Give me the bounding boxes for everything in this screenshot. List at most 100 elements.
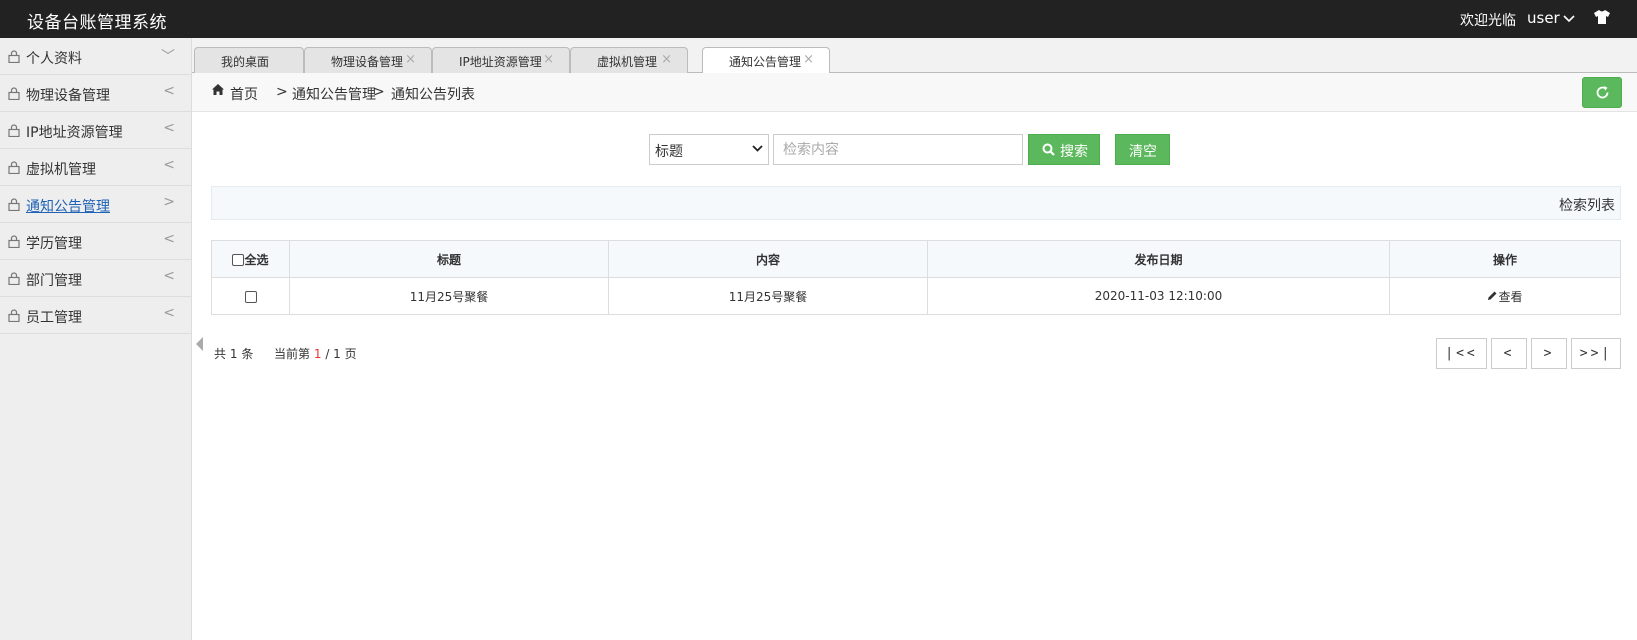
sidebar-item-education[interactable]: 学历管理 < (0, 223, 192, 260)
pagination-current: 当前第 1 / 1 页 (274, 345, 357, 362)
column-header-action: 操作 (1389, 240, 1621, 278)
breadcrumb-notices[interactable]: 通知公告管理 (292, 84, 376, 104)
pagination-total: 共 1 条 (214, 345, 253, 362)
chevron-left-icon: < (163, 305, 175, 321)
chevron-down-icon (752, 145, 763, 152)
sidebar-item-label: 通知公告管理 (26, 199, 110, 215)
search-button-label: 搜索 (1060, 144, 1088, 160)
table-header-row: 全选 标题 内容 发布日期 操作 (211, 240, 1621, 278)
theme-shirt-icon[interactable] (1593, 9, 1611, 25)
breadcrumb-home[interactable]: 首页 (230, 84, 258, 104)
list-header-title: 检索列表 (1559, 198, 1615, 214)
lock-icon (8, 161, 20, 174)
tab-desktop[interactable]: 我的桌面 (194, 47, 304, 73)
total-prefix: 共 (214, 347, 227, 361)
row-action-cell: 查看 (1389, 277, 1621, 315)
tab-label: 通知公告管理 (729, 55, 802, 69)
lock-icon (8, 198, 20, 211)
row-checkbox[interactable] (244, 290, 257, 303)
sidebar-item-label: 学历管理 (26, 236, 82, 252)
tab-notices[interactable]: 通知公告管理 × (702, 47, 830, 74)
row-select-cell (211, 277, 290, 315)
sidebar-item-label: IP地址资源管理 (26, 125, 123, 141)
sidebar-item-ip-resources[interactable]: IP地址资源管理 < (0, 112, 192, 149)
total-suffix: 条 (241, 347, 254, 361)
sidebar-item-label: 个人资料 (26, 51, 82, 67)
tab-label: 我的桌面 (221, 55, 270, 69)
lock-icon (8, 235, 20, 248)
sidebar-item-employees[interactable]: 员工管理 < (0, 297, 192, 334)
chevron-right-icon: > (163, 194, 175, 210)
sidebar: 个人资料 ﹀ 物理设备管理 < IP地址资源管理 < 虚拟机管理 < 通知公告管… (0, 38, 192, 640)
lock-icon (8, 272, 20, 285)
last-page-button[interactable]: >>| (1571, 338, 1621, 369)
tab-label: 物理设备管理 (331, 55, 404, 69)
next-page-button[interactable]: > (1531, 338, 1567, 369)
search-icon (1042, 143, 1055, 156)
user-menu[interactable]: user (1527, 9, 1575, 27)
sidebar-item-notices[interactable]: 通知公告管理 > (0, 186, 192, 223)
chevron-down-icon (1563, 14, 1575, 22)
tab-ip-resources[interactable]: IP地址资源管理 × (432, 47, 570, 73)
close-icon[interactable]: × (405, 52, 416, 67)
close-icon[interactable]: × (803, 52, 814, 67)
user-name: user (1527, 9, 1560, 27)
close-icon[interactable]: × (543, 52, 554, 67)
search-button[interactable]: 搜索 (1028, 134, 1100, 165)
lock-icon (8, 50, 20, 63)
clear-button[interactable]: 清空 (1115, 134, 1170, 165)
select-all-header: 全选 (211, 240, 290, 278)
lock-icon (8, 309, 20, 322)
sidebar-item-virtual-machines[interactable]: 虚拟机管理 < (0, 149, 192, 186)
view-link[interactable]: 查看 (1487, 289, 1523, 304)
sidebar-item-label: 部门管理 (26, 273, 82, 289)
breadcrumb-current: 通知公告列表 (391, 87, 475, 103)
refresh-button[interactable] (1582, 77, 1622, 108)
table-row: 11月25号聚餐 11月25号聚餐 2020-11-03 12:10:00 查看 (211, 277, 1621, 315)
breadcrumb-separator: > (276, 84, 288, 100)
select-all-checkbox[interactable] (232, 254, 245, 266)
tab-label: 虚拟机管理 (597, 55, 658, 69)
tab-physical-devices[interactable]: 物理设备管理 × (304, 47, 432, 73)
triangle-left-icon (196, 337, 203, 351)
row-title: 11月25号聚餐 (289, 277, 609, 315)
lock-icon (8, 124, 20, 137)
app-title: 设备台账管理系统 (27, 13, 167, 33)
sidebar-item-profile[interactable]: 个人资料 ﹀ (0, 38, 192, 75)
row-content: 11月25号聚餐 (608, 277, 928, 315)
column-header-content: 内容 (608, 240, 928, 278)
breadcrumb-separator: > (373, 84, 385, 100)
sidebar-item-departments[interactable]: 部门管理 < (0, 260, 192, 297)
search-field-select[interactable]: 标题 (649, 134, 769, 165)
chevron-left-icon: < (163, 268, 175, 284)
view-link-label: 查看 (1498, 289, 1523, 304)
sidebar-item-physical-devices[interactable]: 物理设备管理 < (0, 75, 192, 112)
prev-page-button[interactable]: < (1491, 338, 1527, 369)
chevron-down-icon: ﹀ (161, 49, 175, 65)
chevron-left-icon: < (163, 120, 175, 136)
tab-virtual-machines[interactable]: 虚拟机管理 × (570, 47, 688, 73)
search-field-value: 标题 (655, 144, 683, 160)
sidebar-collapse-toggle[interactable] (192, 314, 209, 374)
sidebar-item-label: 员工管理 (26, 310, 82, 326)
sidebar-item-label: 虚拟机管理 (26, 162, 96, 178)
sidebar-item-label: 物理设备管理 (26, 88, 110, 104)
current-page: 1 (313, 347, 322, 361)
chevron-left-icon: < (163, 157, 175, 173)
column-header-date: 发布日期 (927, 240, 1390, 278)
total-count: 1 (229, 347, 238, 361)
chevron-left-icon: < (163, 83, 175, 99)
breadcrumb: 首页 > 通知公告管理 > 通知公告列表 (192, 73, 1637, 112)
column-header-title: 标题 (289, 240, 609, 278)
tab-label: IP地址资源管理 (459, 55, 542, 69)
page-total: / 1 页 (325, 347, 357, 361)
close-icon[interactable]: × (661, 52, 672, 67)
refresh-icon (1596, 86, 1609, 99)
home-icon[interactable] (211, 83, 225, 96)
first-page-button[interactable]: |<< (1436, 338, 1487, 369)
search-input[interactable] (773, 134, 1023, 165)
row-date: 2020-11-03 12:10:00 (927, 277, 1390, 315)
pencil-icon (1488, 291, 1497, 300)
welcome-text: 欢迎光临 (1460, 13, 1516, 29)
clear-button-label: 清空 (1129, 144, 1157, 160)
